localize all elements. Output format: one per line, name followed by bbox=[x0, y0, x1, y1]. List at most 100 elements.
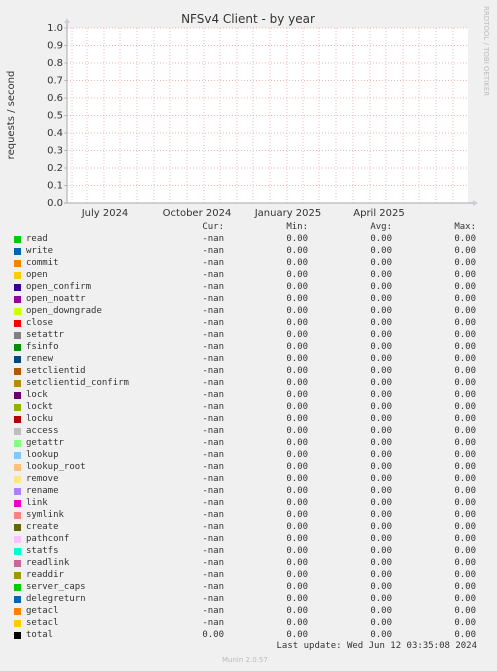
legend-avg: 0.00 bbox=[370, 378, 392, 388]
legend-max: 0.00 bbox=[454, 630, 476, 640]
legend-cur: -nan bbox=[202, 546, 224, 556]
legend-cur: -nan bbox=[202, 414, 224, 424]
legend-cur: -nan bbox=[202, 378, 224, 388]
legend-avg: 0.00 bbox=[370, 306, 392, 316]
chart-graph: NFSv4 Client - by year requests / second… bbox=[6, 6, 490, 219]
legend-row: statfs -nan 0.00 0.00 0.00 bbox=[0, 546, 497, 558]
legend-avg: 0.00 bbox=[370, 558, 392, 568]
legend-min: 0.00 bbox=[286, 486, 308, 496]
legend-row: read -nan 0.00 0.00 0.00 bbox=[0, 234, 497, 246]
legend-min: 0.00 bbox=[286, 618, 308, 628]
legend-series-name: getacl bbox=[26, 606, 59, 616]
legend-avg: 0.00 bbox=[370, 582, 392, 592]
legend-min: 0.00 bbox=[286, 462, 308, 472]
legend-avg: 0.00 bbox=[370, 390, 392, 400]
legend-row: commit -nan 0.00 0.00 0.00 bbox=[0, 258, 497, 270]
legend-avg: 0.00 bbox=[370, 474, 392, 484]
legend-cur: -nan bbox=[202, 234, 224, 244]
legend-row: renew -nan 0.00 0.00 0.00 bbox=[0, 354, 497, 366]
legend-cur: -nan bbox=[202, 270, 224, 280]
legend-max: 0.00 bbox=[454, 606, 476, 616]
legend-max: 0.00 bbox=[454, 534, 476, 544]
legend-max: 0.00 bbox=[454, 618, 476, 628]
legend-cur: -nan bbox=[202, 510, 224, 520]
legend-max: 0.00 bbox=[454, 306, 476, 316]
legend-max: 0.00 bbox=[454, 258, 476, 268]
legend-series-name: link bbox=[26, 498, 48, 508]
legend-max: 0.00 bbox=[454, 342, 476, 352]
legend-row: open -nan 0.00 0.00 0.00 bbox=[0, 270, 497, 282]
legend-swatch bbox=[14, 236, 21, 243]
legend-cur: -nan bbox=[202, 258, 224, 268]
y-tick-label: 0.4 bbox=[47, 128, 63, 139]
y-axis-label: requests / second bbox=[6, 71, 17, 160]
legend-max: 0.00 bbox=[454, 270, 476, 280]
legend-swatch bbox=[14, 620, 21, 627]
legend-swatch bbox=[14, 248, 21, 255]
legend-avg: 0.00 bbox=[370, 594, 392, 604]
legend-series-name: create bbox=[26, 522, 59, 532]
legend-series-name: lock bbox=[26, 390, 48, 400]
legend-cur: -nan bbox=[202, 426, 224, 436]
legend-series-name: open_confirm bbox=[26, 282, 92, 292]
legend-max: 0.00 bbox=[454, 414, 476, 424]
legend-row: rename -nan 0.00 0.00 0.00 bbox=[0, 486, 497, 498]
legend-series-name: locku bbox=[26, 414, 54, 424]
legend-cur: -nan bbox=[202, 342, 224, 352]
legend-series-name: setclientid_confirm bbox=[26, 378, 129, 388]
legend-swatch bbox=[14, 416, 21, 423]
legend-series-name: rename bbox=[26, 486, 59, 496]
legend-series-name: open_downgrade bbox=[26, 306, 102, 316]
legend-avg: 0.00 bbox=[370, 618, 392, 628]
legend-row: setacl -nan 0.00 0.00 0.00 bbox=[0, 618, 497, 630]
y-tick-label: 0.6 bbox=[47, 93, 63, 104]
y-tick-label: 1.0 bbox=[47, 23, 63, 34]
legend-series-name: total bbox=[26, 630, 54, 640]
legend-min: 0.00 bbox=[286, 426, 308, 436]
y-tick-label: 0.1 bbox=[47, 181, 63, 192]
legend-min: 0.00 bbox=[286, 402, 308, 412]
legend-header-max: Max: bbox=[454, 222, 476, 232]
y-axis-arrow bbox=[64, 18, 70, 23]
legend-min: 0.00 bbox=[286, 510, 308, 520]
legend-swatch bbox=[14, 356, 21, 363]
legend-min: 0.00 bbox=[286, 378, 308, 388]
legend-min: 0.00 bbox=[286, 450, 308, 460]
legend-swatch bbox=[14, 320, 21, 327]
legend-row: delegreturn -nan 0.00 0.00 0.00 bbox=[0, 594, 497, 606]
legend-cur: -nan bbox=[202, 330, 224, 340]
legend-row: setattr -nan 0.00 0.00 0.00 bbox=[0, 330, 497, 342]
legend-header-min: Min: bbox=[286, 222, 308, 232]
legend-header-cur: Cur: bbox=[202, 222, 224, 232]
legend-cur: -nan bbox=[202, 366, 224, 376]
legend-swatch bbox=[14, 332, 21, 339]
legend-max: 0.00 bbox=[454, 282, 476, 292]
legend-row: open_noattr -nan 0.00 0.00 0.00 bbox=[0, 294, 497, 306]
legend-avg: 0.00 bbox=[370, 282, 392, 292]
legend-series-name: lookup_root bbox=[26, 462, 86, 472]
legend-swatch bbox=[14, 368, 21, 375]
legend-avg: 0.00 bbox=[370, 318, 392, 328]
y-tick-label: 0.7 bbox=[47, 76, 63, 87]
legend-cur: -nan bbox=[202, 618, 224, 628]
last-update: Last update: Wed Jun 12 03:35:08 2024 bbox=[276, 641, 477, 651]
legend-series-name: read bbox=[26, 234, 48, 244]
y-tick-label: 0.2 bbox=[47, 163, 63, 174]
legend-max: 0.00 bbox=[454, 570, 476, 580]
legend-cur: -nan bbox=[202, 282, 224, 292]
legend-avg: 0.00 bbox=[370, 294, 392, 304]
legend-cur: -nan bbox=[202, 438, 224, 448]
legend-swatch bbox=[14, 452, 21, 459]
legend-max: 0.00 bbox=[454, 546, 476, 556]
legend-swatch bbox=[14, 476, 21, 483]
legend-min: 0.00 bbox=[286, 390, 308, 400]
legend-max: 0.00 bbox=[454, 558, 476, 568]
y-tick-label: 0.8 bbox=[47, 58, 63, 69]
legend-cur: -nan bbox=[202, 294, 224, 304]
legend-cur: -nan bbox=[202, 558, 224, 568]
legend-cur: -nan bbox=[202, 570, 224, 580]
y-tick-label: 0.3 bbox=[47, 146, 63, 157]
legend-cur: -nan bbox=[202, 474, 224, 484]
legend-swatch bbox=[14, 392, 21, 399]
legend-series-name: setattr bbox=[26, 330, 64, 340]
